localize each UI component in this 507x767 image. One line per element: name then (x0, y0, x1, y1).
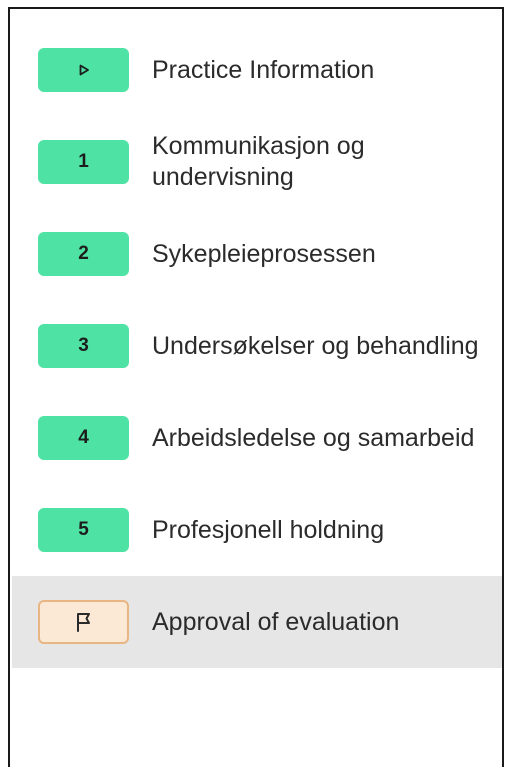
step-badge: 4 (38, 416, 129, 460)
nav-item-kommunikasjon[interactable]: 1 Kommunikasjon og undervisning (12, 116, 502, 208)
nav-item-label: Approval of evaluation (152, 607, 400, 636)
nav-item-label: Sykepleieprosessen (152, 239, 376, 268)
step-badge: 5 (38, 508, 129, 552)
nav-item-label: Profesjonell holdning (152, 515, 385, 544)
nav-item-sykepleieprosessen[interactable]: 2 Sykepleieprosessen (12, 208, 502, 300)
practice-information-badge (38, 48, 129, 92)
nav-item-arbeidsledelse[interactable]: 4 Arbeidsledelse og samarbeid (12, 392, 502, 484)
nav-item-undersokelser[interactable]: 3 Undersøkelser og behandling (12, 300, 502, 392)
evaluation-nav-panel: Practice Information 1 Kommunikasjon og … (8, 7, 504, 767)
nav-item-label: Kommunikasjon og undervisning (152, 132, 365, 191)
nav-item-label: Undersøkelser og behandling (152, 331, 479, 360)
nav-item-label: Arbeidsledelse og samarbeid (152, 423, 475, 452)
step-badge: 1 (38, 140, 129, 184)
play-outline-icon (78, 64, 90, 76)
nav-item-approval-of-evaluation[interactable]: Approval of evaluation (12, 576, 502, 668)
approval-badge (38, 600, 129, 644)
nav-item-practice-information[interactable]: Practice Information (12, 24, 502, 116)
flag-icon (73, 611, 95, 633)
step-badge: 3 (38, 324, 129, 368)
nav-item-label: Practice Information (152, 55, 375, 84)
step-badge: 2 (38, 232, 129, 276)
nav-item-profesjonell-holdning[interactable]: 5 Profesjonell holdning (12, 484, 502, 576)
